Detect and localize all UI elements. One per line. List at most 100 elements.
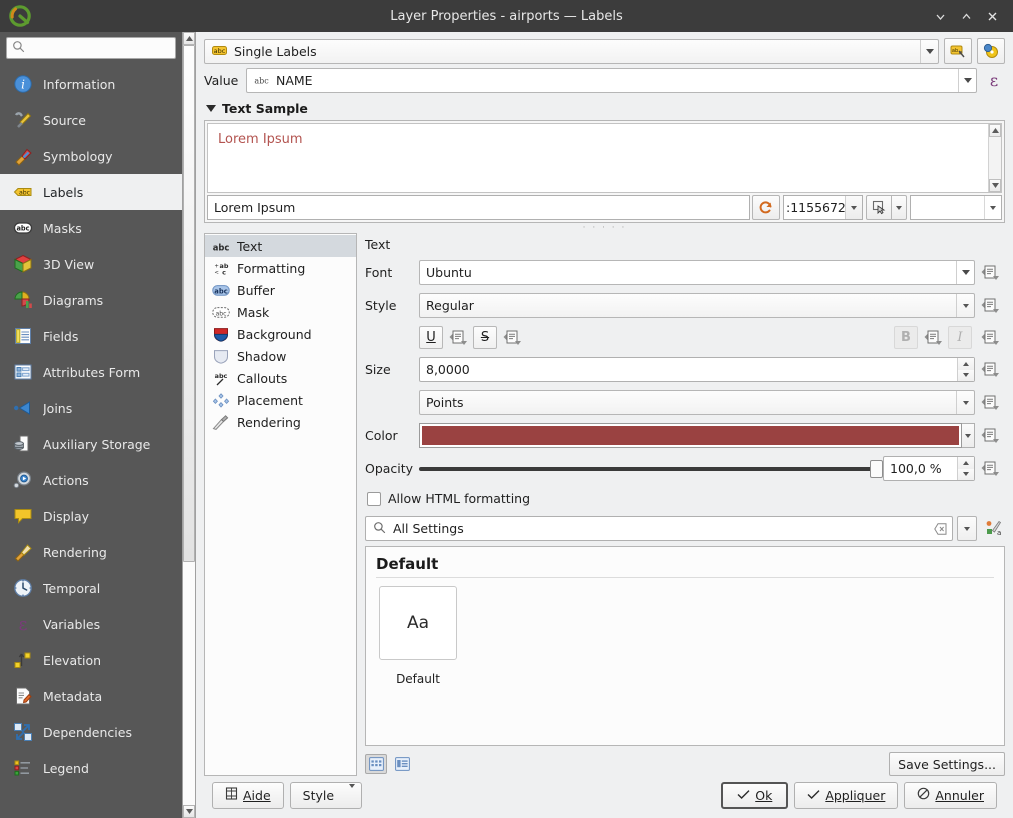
vertical-splitter-handle[interactable]: · · · · · bbox=[204, 223, 1005, 233]
color-dropdown-chevron-icon[interactable] bbox=[962, 423, 975, 448]
chevron-down-icon[interactable] bbox=[958, 69, 976, 92]
opacity-spinbox[interactable]: 100,0 % bbox=[883, 456, 975, 481]
chevron-down-icon[interactable] bbox=[845, 196, 862, 219]
italic-button[interactable]: I bbox=[948, 326, 972, 349]
sidebar-item-actions[interactable]: Actions bbox=[0, 462, 182, 498]
text-format-tab-placement[interactable]: Placement bbox=[205, 389, 356, 411]
scroll-down-arrow[interactable] bbox=[183, 805, 195, 818]
reload-icon[interactable] bbox=[752, 195, 780, 220]
preview-scroll-up-arrow[interactable] bbox=[989, 124, 1001, 137]
preset-item-default[interactable]: Aa Default bbox=[376, 586, 460, 686]
expression-button[interactable]: ε bbox=[983, 68, 1005, 93]
sidebar-item-symbology[interactable]: Symbology bbox=[0, 138, 182, 174]
data-defined-override-icon[interactable] bbox=[975, 427, 1005, 444]
chevron-down-icon[interactable] bbox=[984, 196, 1001, 219]
settings-search-box[interactable]: All Settings bbox=[365, 516, 953, 541]
opacity-stepper[interactable] bbox=[957, 457, 974, 480]
strikethrough-button[interactable]: S bbox=[473, 326, 497, 349]
preview-background-combo[interactable] bbox=[910, 195, 1002, 220]
scroll-up-arrow[interactable] bbox=[183, 32, 195, 45]
grid-view-icon[interactable] bbox=[365, 754, 387, 774]
size-stepper[interactable] bbox=[957, 358, 974, 381]
clear-icon[interactable] bbox=[932, 523, 948, 535]
stepper-up-icon[interactable] bbox=[958, 358, 974, 370]
sidebar-item-source[interactable]: Source bbox=[0, 102, 182, 138]
sidebar-item-diagrams[interactable]: Diagrams bbox=[0, 282, 182, 318]
data-defined-override-icon[interactable] bbox=[921, 326, 945, 349]
chevron-down-icon[interactable] bbox=[920, 40, 938, 63]
opacity-slider-track[interactable] bbox=[419, 467, 877, 471]
sidebar-item-dependencies[interactable]: Dependencies bbox=[0, 714, 182, 750]
apply-button[interactable]: Appliquer bbox=[794, 782, 898, 809]
ok-button[interactable]: Ok bbox=[721, 782, 788, 809]
data-defined-override-icon[interactable] bbox=[975, 394, 1005, 411]
chevron-down-icon[interactable] bbox=[956, 391, 974, 414]
stepper-down-icon[interactable] bbox=[958, 370, 974, 382]
sidebar-item-joins[interactable]: Joins bbox=[0, 390, 182, 426]
sidebar-item-variables[interactable]: εVariables bbox=[0, 606, 182, 642]
text-sample-input[interactable]: Lorem Ipsum bbox=[207, 195, 750, 220]
value-field-combo[interactable]: abc NAME bbox=[246, 68, 977, 93]
size-unit-combo[interactable]: Points bbox=[419, 390, 975, 415]
sidebar-item-information[interactable]: iInformation bbox=[0, 66, 182, 102]
text-format-tab-background[interactable]: Background bbox=[205, 323, 356, 345]
style-combo[interactable]: Regular bbox=[419, 293, 975, 318]
text-format-tab-text[interactable]: abcText bbox=[205, 235, 356, 257]
sidebar-item-metadata[interactable]: Metadata bbox=[0, 678, 182, 714]
data-defined-override-icon[interactable] bbox=[975, 460, 1005, 477]
data-defined-override-icon[interactable] bbox=[975, 264, 1005, 281]
text-format-tab-formatting[interactable]: +<abcFormatting bbox=[205, 257, 356, 279]
sidebar-item-display[interactable]: Display bbox=[0, 498, 182, 534]
stepper-up-icon[interactable] bbox=[958, 457, 974, 469]
bold-button[interactable]: B bbox=[894, 326, 918, 349]
pick-from-canvas-icon[interactable] bbox=[866, 195, 892, 220]
scale-combo[interactable]: :11556721 bbox=[783, 195, 863, 220]
underline-button[interactable]: U bbox=[419, 326, 443, 349]
label-style-button[interactable] bbox=[977, 38, 1005, 64]
list-view-icon[interactable] bbox=[391, 754, 413, 774]
sidebar-item-rendering[interactable]: Rendering bbox=[0, 534, 182, 570]
allow-html-checkbox[interactable] bbox=[367, 492, 381, 506]
sidebar-item-attributes-form[interactable]: Attributes Form bbox=[0, 354, 182, 390]
data-defined-override-icon[interactable] bbox=[446, 326, 470, 349]
sidebar-item-temporal[interactable]: Temporal bbox=[0, 570, 182, 606]
chevron-down-icon[interactable] bbox=[956, 294, 974, 317]
save-settings-button[interactable]: Save Settings... bbox=[889, 752, 1005, 776]
sidebar-item-auxiliary-storage[interactable]: Auxiliary Storage bbox=[0, 426, 182, 462]
preview-scrollbar[interactable] bbox=[988, 124, 1001, 192]
text-format-tab-callouts[interactable]: abcCallouts bbox=[205, 367, 356, 389]
labeling-mode-combo[interactable]: abc Single Labels bbox=[204, 39, 939, 64]
text-format-tab-buffer[interactable]: abcBuffer bbox=[205, 279, 356, 301]
data-defined-override-icon[interactable] bbox=[975, 329, 1005, 346]
help-button[interactable]: Aide bbox=[212, 782, 284, 809]
cancel-button[interactable]: Annuler bbox=[904, 782, 997, 809]
sidebar-item-fields[interactable]: Fields bbox=[0, 318, 182, 354]
automated-placement-settings-button[interactable]: ab bbox=[944, 38, 972, 64]
preview-scroll-down-arrow[interactable] bbox=[989, 179, 1001, 192]
search-input[interactable] bbox=[29, 40, 170, 56]
font-combo[interactable]: Ubuntu bbox=[419, 260, 975, 285]
minimize-icon[interactable] bbox=[927, 3, 953, 29]
opacity-slider[interactable] bbox=[419, 456, 883, 481]
sidebar-item-labels[interactable]: abcLabels bbox=[0, 174, 182, 210]
pick-options-chevron-icon[interactable] bbox=[892, 195, 907, 220]
opacity-slider-handle[interactable] bbox=[870, 460, 883, 478]
style-menu-button[interactable]: Style bbox=[290, 782, 362, 809]
text-format-tab-rendering[interactable]: Rendering bbox=[205, 411, 356, 433]
close-icon[interactable] bbox=[979, 3, 1005, 29]
sidebar-item-masks[interactable]: abcMasks bbox=[0, 210, 182, 246]
allow-html-row[interactable]: Allow HTML formatting bbox=[367, 491, 1005, 506]
data-defined-override-icon[interactable] bbox=[975, 297, 1005, 314]
size-spinbox[interactable]: 8,0000 bbox=[419, 357, 975, 382]
text-sample-group-header[interactable]: Text Sample bbox=[206, 101, 1005, 116]
data-defined-override-icon[interactable] bbox=[975, 361, 1005, 378]
scroll-track[interactable] bbox=[183, 45, 195, 805]
text-format-tab-mask[interactable]: abcMask bbox=[205, 301, 356, 323]
sidebar-item-elevation[interactable]: Elevation bbox=[0, 642, 182, 678]
data-defined-override-icon[interactable] bbox=[500, 326, 524, 349]
sidebar-item-3d-view[interactable]: 3D View bbox=[0, 246, 182, 282]
search-box[interactable] bbox=[6, 37, 176, 59]
chevron-down-icon[interactable] bbox=[956, 261, 974, 284]
text-format-tab-shadow[interactable]: Shadow bbox=[205, 345, 356, 367]
scroll-thumb[interactable] bbox=[183, 45, 195, 562]
